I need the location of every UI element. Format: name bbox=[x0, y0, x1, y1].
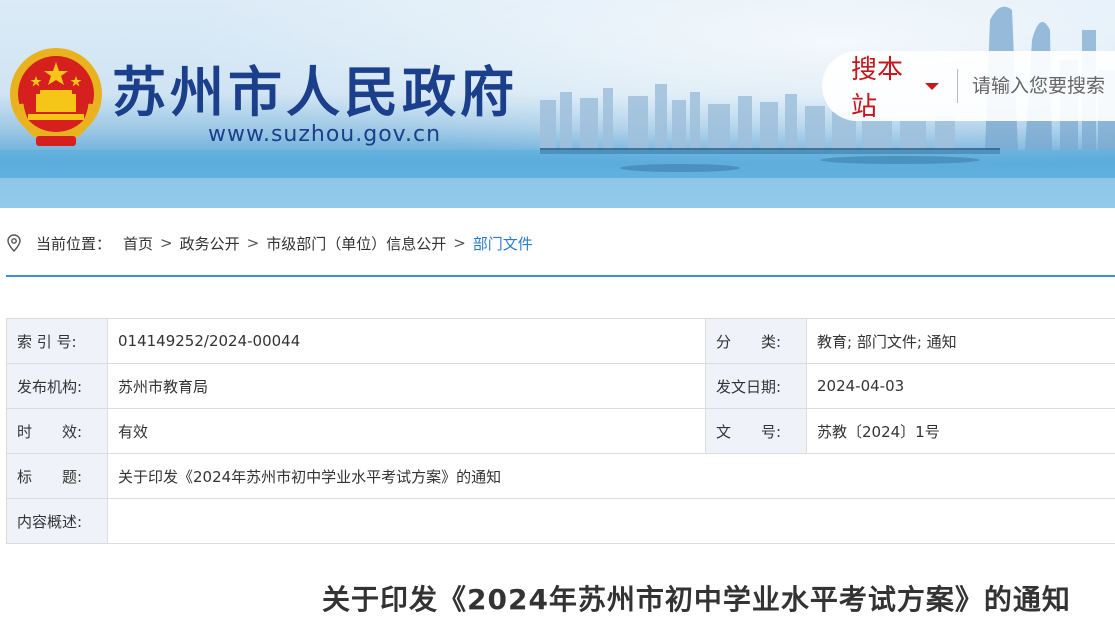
search-input[interactable] bbox=[972, 75, 1115, 97]
breadcrumb-separator: > bbox=[246, 234, 260, 252]
table-row: 内容概述: bbox=[6, 498, 1115, 544]
publisher-value: 苏州市教育局 bbox=[107, 363, 706, 409]
date-label: 发文日期: bbox=[705, 363, 807, 409]
title-label: 标 题: bbox=[6, 453, 108, 499]
index-label: 索 引 号: bbox=[6, 318, 108, 364]
category-value: 教育; 部门文件; 通知 bbox=[806, 318, 1115, 364]
breadcrumb-prefix: 当前位置： bbox=[36, 234, 112, 253]
site-search-box: 搜本站 bbox=[822, 49, 1115, 123]
breadcrumb-dept-info-link[interactable]: 市级部门（单位）信息公开 bbox=[266, 233, 446, 254]
table-row: 索 引 号: 014149252/2024-00044 分 类: 教育; 部门文… bbox=[6, 318, 1115, 364]
table-row: 发布机构: 苏州市教育局 发文日期: 2024-04-03 bbox=[6, 363, 1115, 409]
table-row: 标 题: 关于印发《2024年苏州市初中学业水平考试方案》的通知 bbox=[6, 453, 1115, 499]
breadcrumb: 当前位置： 首页 > 政务公开 > 市级部门（单位）信息公开 > 部门文件 bbox=[6, 230, 533, 256]
category-label: 分 类: bbox=[705, 318, 807, 364]
validity-label: 时 效: bbox=[6, 408, 108, 454]
summary-value bbox=[107, 498, 1115, 544]
site-url: www.suzhou.gov.cn bbox=[208, 122, 442, 147]
publisher-label: 发布机构: bbox=[6, 363, 108, 409]
search-scope-label: 搜本站 bbox=[851, 55, 904, 122]
index-value: 014149252/2024-00044 bbox=[107, 318, 706, 364]
breadcrumb-separator: > bbox=[453, 234, 466, 252]
breadcrumb-divider bbox=[6, 275, 1115, 277]
date-value: 2024-04-03 bbox=[806, 363, 1115, 409]
national-emblem-icon bbox=[10, 48, 102, 146]
validity-value: 有效 bbox=[107, 408, 706, 454]
document-heading: 关于印发《2024年苏州市初中学业水平考试方案》的通知 bbox=[322, 583, 1071, 616]
breadcrumb-home-link[interactable]: 首页 bbox=[123, 233, 153, 254]
header-banner: 苏州市人民政府 www.suzhou.gov.cn 搜本站 bbox=[0, 0, 1115, 208]
location-pin-icon bbox=[7, 234, 21, 252]
docno-value: 苏教〔2024〕1号 bbox=[806, 408, 1115, 454]
search-scope-dropdown[interactable]: 搜本站 bbox=[851, 49, 940, 123]
title-value: 关于印发《2024年苏州市初中学业水平考试方案》的通知 bbox=[107, 453, 1115, 499]
docno-label: 文 号: bbox=[705, 408, 807, 454]
document-info-table: 索 引 号: 014149252/2024-00044 分 类: 教育; 部门文… bbox=[6, 318, 1115, 544]
table-row: 时 效: 有效 文 号: 苏教〔2024〕1号 bbox=[6, 408, 1115, 454]
summary-label: 内容概述: bbox=[6, 498, 108, 544]
breadcrumb-dept-files-link[interactable]: 部门文件 bbox=[473, 233, 533, 254]
caret-down-icon bbox=[925, 82, 940, 90]
breadcrumb-separator: > bbox=[160, 234, 173, 252]
site-title[interactable]: 苏州市人民政府 bbox=[112, 48, 518, 127]
search-divider bbox=[957, 69, 958, 103]
breadcrumb-gov-affairs-link[interactable]: 政务公开 bbox=[180, 233, 240, 254]
